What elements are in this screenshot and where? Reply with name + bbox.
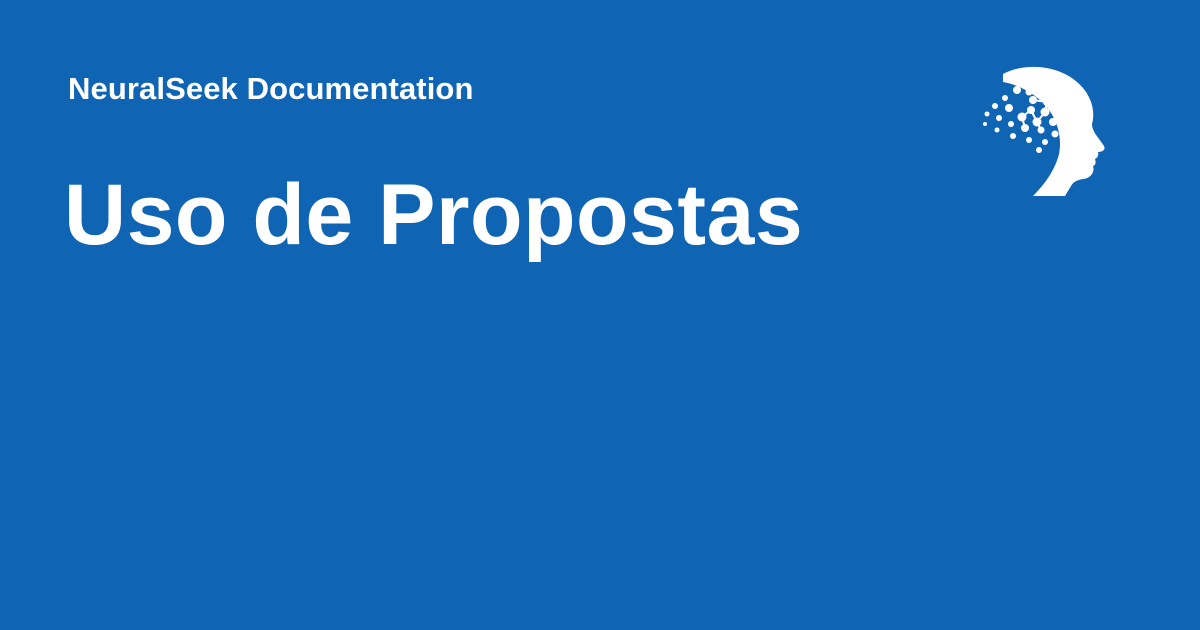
page-title: Uso de Propostas	[64, 167, 804, 263]
social-card: NeuralSeek Documentation Uso de Proposta…	[0, 0, 1200, 630]
site-name: NeuralSeek Documentation	[68, 71, 474, 106]
brain-head-logo-icon	[983, 66, 1105, 196]
